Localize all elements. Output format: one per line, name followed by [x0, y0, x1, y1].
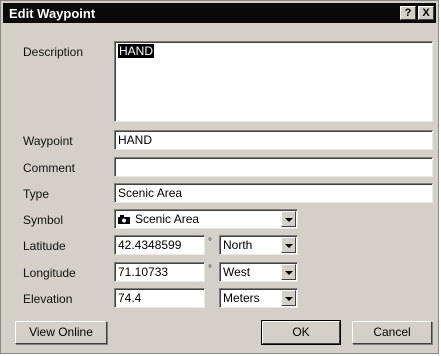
symbol-dropdown[interactable]: Scenic Area [114, 209, 298, 229]
longitude-hemisphere-value: West [223, 265, 251, 279]
longitude-hemisphere-dropdown[interactable]: West [219, 262, 298, 282]
camera-icon [118, 215, 130, 225]
elevation-units-arrow[interactable] [281, 290, 296, 306]
comment-label: Comment [23, 161, 76, 175]
symbol-label: Symbol [23, 213, 64, 227]
dialog-title: Edit Waypoint [9, 6, 96, 21]
symbol-value: Scenic Area [135, 212, 200, 226]
close-button[interactable]: X [418, 6, 434, 20]
description-value: HAND [118, 44, 155, 58]
waypoint-input[interactable]: HAND [114, 130, 433, 150]
type-label: Type [23, 187, 50, 201]
elevation-input[interactable]: 74.4 [114, 288, 205, 308]
latitude-hemisphere-dropdown[interactable]: North [219, 235, 298, 255]
type-input[interactable]: Scenic Area [114, 183, 433, 203]
elevation-units-dropdown[interactable]: Meters [219, 288, 298, 308]
latitude-input[interactable]: 42.4348599 [114, 235, 205, 255]
latitude-hemisphere-value: North [223, 238, 253, 252]
latitude-hemisphere-arrow[interactable] [281, 237, 296, 253]
latitude-degree-symbol: ° [208, 237, 212, 248]
elevation-units-value: Meters [223, 291, 260, 305]
cancel-button[interactable]: Cancel [352, 321, 432, 344]
longitude-input[interactable]: 71.10733 [114, 262, 205, 282]
waypoint-label: Waypoint [23, 134, 73, 148]
description-label: Description [23, 45, 84, 59]
longitude-degree-symbol: ° [208, 264, 212, 275]
longitude-hemisphere-arrow[interactable] [281, 264, 296, 280]
view-online-button[interactable]: View Online [15, 321, 107, 344]
elevation-label: Elevation [23, 292, 73, 306]
comment-input[interactable] [114, 157, 433, 177]
symbol-dropdown-arrow[interactable] [281, 211, 296, 227]
longitude-label: Longitude [23, 266, 76, 280]
ok-button[interactable]: OK [261, 320, 341, 345]
edit-waypoint-dialog: Edit Waypoint ? X Description HAND Waypo… [0, 0, 439, 354]
help-button[interactable]: ? [400, 6, 416, 20]
description-textarea[interactable]: HAND [114, 41, 433, 122]
latitude-label: Latitude [23, 239, 66, 253]
title-bar: Edit Waypoint ? X [3, 3, 436, 23]
